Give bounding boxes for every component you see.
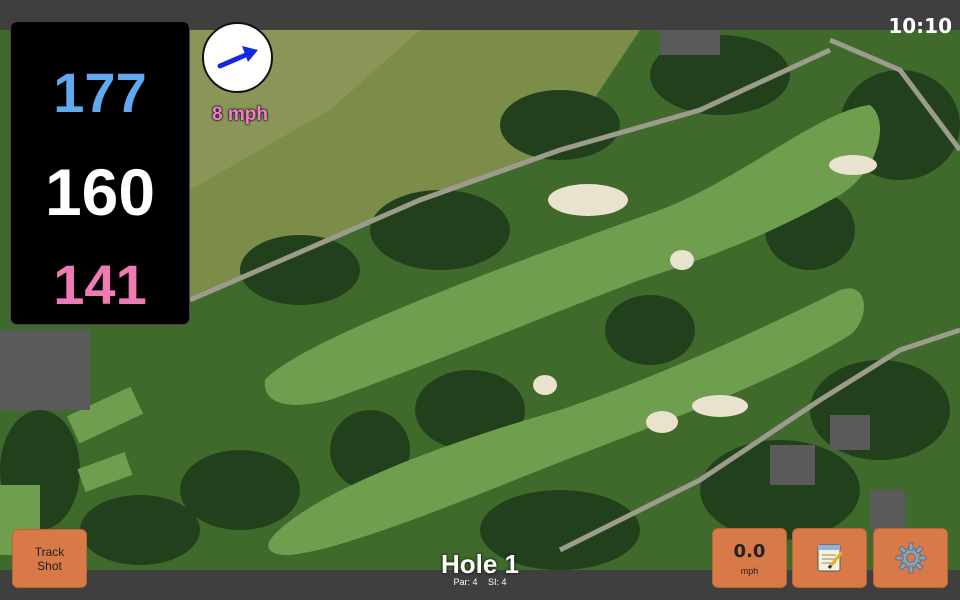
track-shot-label-line2: Shot	[37, 558, 62, 573]
wind-speed-label: 8 mph	[212, 104, 268, 125]
track-shot-label-line1: Track	[34, 544, 65, 559]
speed-button[interactable]: 0.0 mph	[712, 528, 787, 588]
status-clock: 10:10	[888, 14, 952, 38]
notes-button[interactable]	[792, 528, 867, 588]
hole-par: Par: 4	[453, 577, 478, 587]
track-shot-button[interactable]: Track Shot	[12, 529, 87, 588]
hole-title: Hole 1	[440, 549, 520, 579]
arrow-icon	[217, 46, 258, 69]
distance-back: 177	[53, 61, 147, 124]
notepad-icon	[817, 544, 843, 572]
speed-unit: mph	[740, 565, 759, 576]
wind-direction-dial	[202, 22, 273, 93]
distance-panel: 177 160 141	[11, 22, 189, 324]
gear-icon	[895, 542, 926, 574]
distance-front: 141	[53, 253, 147, 316]
settings-button[interactable]	[873, 528, 948, 588]
speed-value: 0.0	[733, 540, 766, 562]
hole-stroke-index: SI: 4	[488, 577, 507, 587]
hole-info: Par: 4 SI: 4	[380, 577, 580, 587]
distance-middle: 160	[44, 155, 156, 229]
